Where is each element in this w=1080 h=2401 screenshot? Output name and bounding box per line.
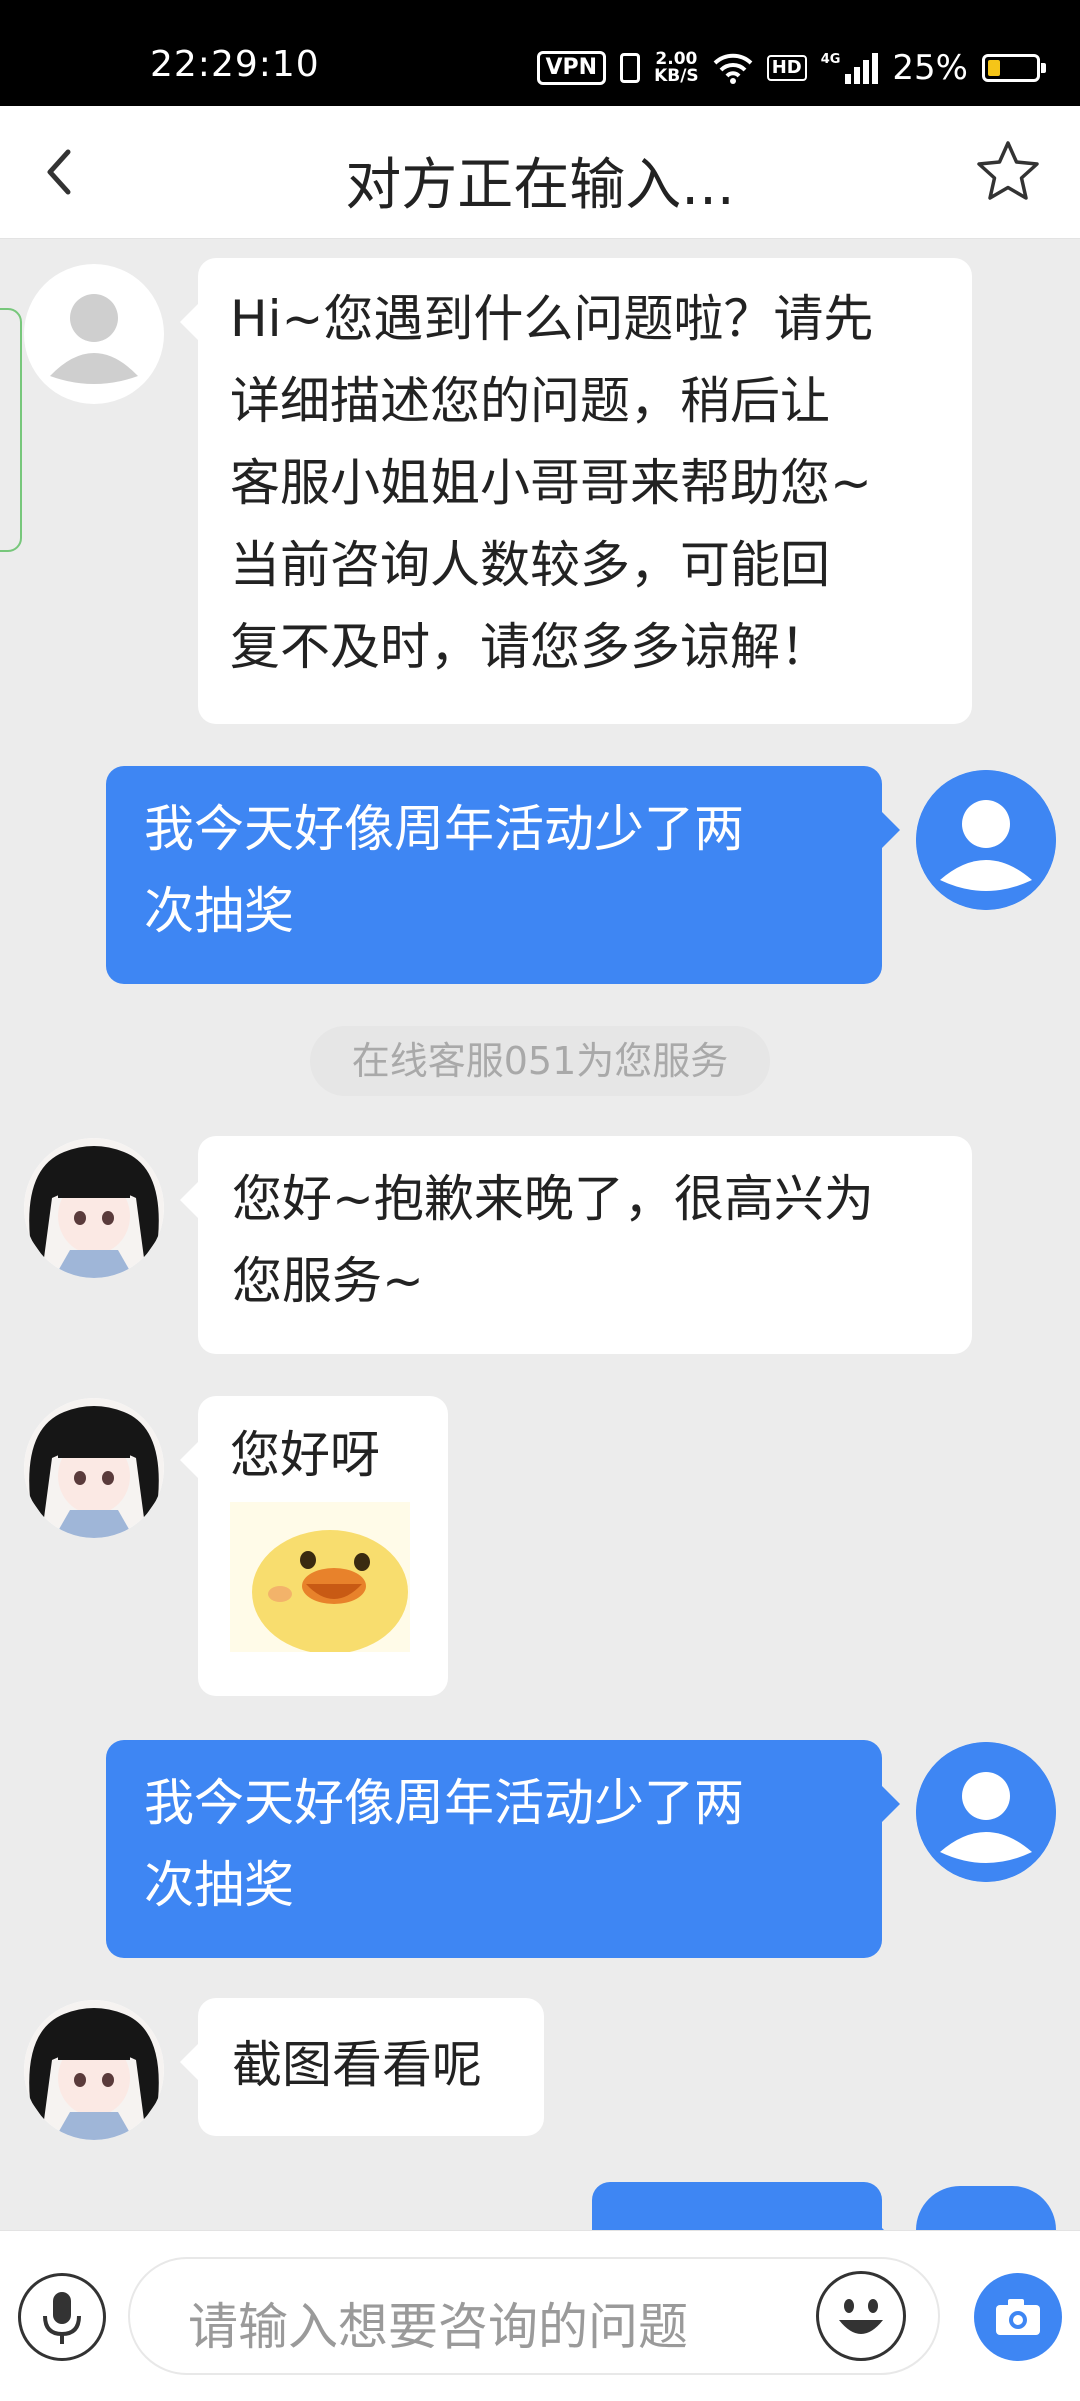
message-bubble-received: 您好~抱歉来晚了，很高兴为 您服务~ <box>180 1136 972 1354</box>
message-bubble-sent: 我今天好像周年活动少了两 次抽奖 <box>106 766 900 984</box>
agent-avatar[interactable] <box>24 2000 164 2140</box>
agent-avatar[interactable] <box>24 1398 164 1538</box>
floating-side-tab[interactable] <box>0 308 22 552</box>
message-text: Hi~您遇到什么问题啦？请先 详细描述您的问题，稍后让 客服小姐姐小哥哥来帮助您… <box>230 290 874 676</box>
agent-avatar-icon <box>24 1138 164 1278</box>
message-text: 您好~抱歉来晚了，很高兴为 您服务~ <box>232 1170 874 1310</box>
cell-signal-icon: 4G <box>821 52 879 84</box>
emoji-button[interactable] <box>816 2271 906 2361</box>
microphone-icon <box>43 2292 81 2344</box>
star-icon[interactable] <box>974 138 1042 206</box>
message-text: 您好呀 <box>230 1426 380 1484</box>
user-avatar-partial <box>916 2186 1056 2230</box>
message-bubble-sent: 我今天好像周年活动少了两 次抽奖 <box>106 1740 900 1958</box>
default-avatar[interactable] <box>24 264 164 404</box>
battery-icon <box>982 54 1046 82</box>
camera-icon <box>996 2299 1040 2335</box>
vpn-icon: VPN <box>536 51 607 85</box>
message-bubble-sent-partial <box>592 2182 900 2264</box>
vibrate-icon <box>620 53 641 83</box>
default-avatar-icon <box>26 266 162 402</box>
network-speed: 2.00 KB/S <box>654 51 699 85</box>
chat-header: 对方正在输入... <box>0 106 1080 239</box>
network-type: 4G <box>820 52 841 67</box>
message-text: 截图看看呢 <box>232 2036 482 2094</box>
input-bar: 请输入想要咨询的问题 <box>0 2230 1080 2401</box>
page-title: 对方正在输入... <box>345 153 735 218</box>
wifi-icon <box>713 53 753 84</box>
battery-percent: 25% <box>892 48 968 88</box>
user-avatar[interactable] <box>916 770 1056 910</box>
user-avatar-icon <box>916 770 1056 910</box>
message-text: 我今天好像周年活动少了两 次抽奖 <box>144 1774 744 1914</box>
message-input-placeholder: 请输入想要咨询的问题 <box>188 2298 688 2356</box>
smiley-icon <box>839 2299 883 2334</box>
agent-avatar-icon <box>24 2000 164 2140</box>
message-input[interactable]: 请输入想要咨询的问题 <box>128 2257 940 2375</box>
voice-button[interactable] <box>18 2273 106 2361</box>
hd-icon: HD <box>766 55 807 81</box>
system-note: 在线客服051为您服务 <box>310 1026 770 1096</box>
agent-avatar-icon <box>24 1398 164 1538</box>
network-speed-unit: KB/S <box>654 66 699 86</box>
message-bubble-received: 您好呀 <box>180 1396 448 1696</box>
user-avatar-icon <box>916 1742 1056 1882</box>
status-bar: 22:29:10 VPN 2.00 KB/S HD 4G 25% <box>0 0 1080 106</box>
status-time: 22:29:10 <box>150 44 320 85</box>
message-text: 我今天好像周年活动少了两 次抽奖 <box>144 800 744 940</box>
smiling-chick-sticker[interactable] <box>230 1502 410 1652</box>
message-bubble-received: Hi~您遇到什么问题啦？请先 详细描述您的问题，稍后让 客服小姐姐小哥哥来帮助您… <box>180 258 972 724</box>
user-avatar[interactable] <box>916 1742 1056 1882</box>
camera-button[interactable] <box>974 2273 1062 2361</box>
message-bubble-received: 截图看看呢 <box>180 1998 544 2136</box>
status-icons: VPN 2.00 KB/S HD 4G 25% <box>536 48 1046 88</box>
agent-avatar[interactable] <box>24 1138 164 1278</box>
